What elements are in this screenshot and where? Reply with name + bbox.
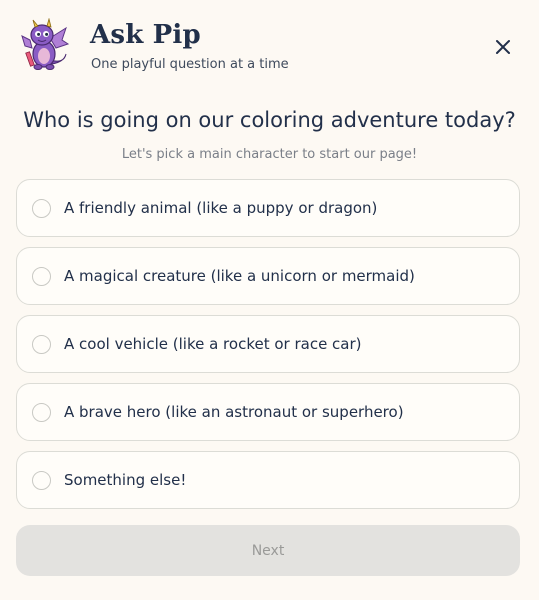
dialog-subtitle: One playful question at a time xyxy=(91,57,289,72)
option-friendly-animal[interactable]: A friendly animal (like a puppy or drago… xyxy=(16,179,520,237)
radio-button[interactable] xyxy=(32,334,51,354)
option-label: A friendly animal (like a puppy or drago… xyxy=(64,199,378,217)
radio-button[interactable] xyxy=(32,402,51,422)
dialog-title: Ask Pip xyxy=(90,20,201,50)
close-icon[interactable] xyxy=(492,36,514,58)
option-something-else[interactable]: Something else! xyxy=(16,451,520,509)
question-text: Who is going on our coloring adventure t… xyxy=(23,108,516,132)
option-cool-vehicle[interactable]: A cool vehicle (like a rocket or race ca… xyxy=(16,315,520,373)
option-label: Something else! xyxy=(64,471,187,489)
option-magical-creature[interactable]: A magical creature (like a unicorn or me… xyxy=(16,247,520,305)
dialog-header: Ask Pip One playful question at a time xyxy=(0,0,539,90)
dragon-mascot-icon xyxy=(21,18,70,70)
options-list: A friendly animal (like a puppy or drago… xyxy=(16,179,520,519)
option-label: A brave hero (like an astronaut or super… xyxy=(64,403,404,421)
option-label: A magical creature (like a unicorn or me… xyxy=(64,267,415,285)
next-button[interactable]: Next xyxy=(16,525,520,576)
radio-button[interactable] xyxy=(32,266,51,286)
option-brave-hero[interactable]: A brave hero (like an astronaut or super… xyxy=(16,383,520,441)
option-label: A cool vehicle (like a rocket or race ca… xyxy=(64,335,362,353)
question-hint: Let's pick a main character to start our… xyxy=(121,147,418,162)
radio-button[interactable] xyxy=(32,198,51,218)
radio-button[interactable] xyxy=(32,470,51,490)
